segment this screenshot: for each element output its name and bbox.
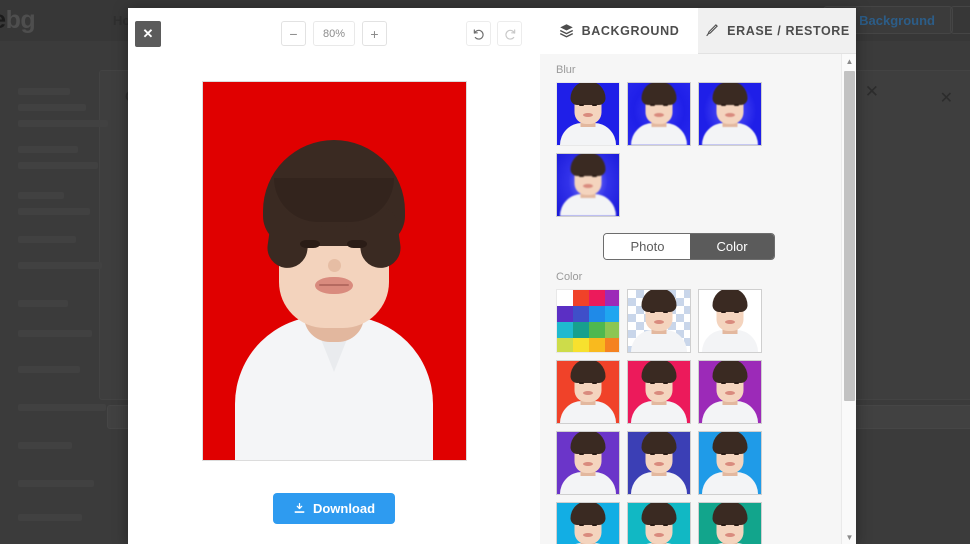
header-secondary-button[interactable] — [950, 6, 970, 34]
ghost-line — [18, 442, 72, 449]
color-thumb-violet[interactable] — [556, 431, 620, 495]
color-swatch-7[interactable] — [605, 306, 619, 322]
zoom-out-button[interactable]: − — [281, 21, 306, 46]
tab-erase-restore-label: ERASE / RESTORE — [727, 23, 850, 38]
blur-thumb-3[interactable] — [698, 82, 762, 146]
color-swatch-8[interactable] — [557, 322, 573, 338]
download-icon — [294, 502, 305, 513]
color-thumb-white[interactable] — [698, 289, 762, 353]
editor-toolbar: ✕ − 80% + — [128, 8, 540, 54]
color-swatch-1[interactable] — [573, 290, 589, 306]
color-thumb-blue[interactable] — [698, 431, 762, 495]
background-card-close-icon[interactable]: ✕ — [940, 88, 953, 108]
ghost-line — [18, 330, 92, 337]
color-thumb-lightblue[interactable] — [556, 502, 620, 544]
zoom-controls: − 80% + — [281, 21, 387, 46]
ghost-line — [18, 514, 82, 521]
toggle-photo[interactable]: Photo — [604, 234, 691, 259]
scrollbar-thumb[interactable] — [844, 71, 855, 401]
layers-icon — [559, 24, 573, 38]
scroll-up-arrow[interactable]: ▲ — [842, 54, 857, 68]
color-swatch-3[interactable] — [605, 290, 619, 306]
zoom-level-value: 80% — [313, 21, 355, 46]
download-button[interactable]: Download — [272, 492, 396, 524]
ghost-line — [18, 192, 64, 199]
brush-icon — [706, 24, 719, 37]
blur-thumbnail-grid — [556, 82, 806, 217]
tab-background[interactable]: BACKGROUND — [540, 8, 698, 54]
site-logo[interactable]: ovebg — [0, 6, 36, 35]
canvas-area — [128, 54, 540, 472]
panel-scrollbar[interactable]: ▲ ▼ — [841, 54, 856, 544]
ghost-line — [18, 262, 102, 269]
logo-light-text: bg — [5, 6, 36, 34]
blur-section-label: Blur — [556, 64, 576, 76]
redo-icon — [504, 28, 515, 40]
color-swatch-0[interactable] — [557, 290, 573, 306]
preview-nose — [328, 259, 341, 272]
color-thumb-indigo[interactable] — [627, 431, 691, 495]
blur-thumb-1[interactable] — [556, 82, 620, 146]
source-toggle-wrap: Photo Color — [556, 233, 822, 260]
zoom-in-button[interactable]: + — [362, 21, 387, 46]
color-thumb-teal[interactable] — [698, 502, 762, 544]
undo-button[interactable] — [466, 21, 491, 46]
options-panel: BACKGROUND ERASE / RESTORE Blur Photo Co… — [540, 8, 856, 544]
ghost-line — [18, 88, 70, 95]
color-swatch-6[interactable] — [589, 306, 605, 322]
ghost-line — [18, 236, 76, 243]
ghost-line — [18, 300, 68, 307]
color-swatch-5[interactable] — [573, 306, 589, 322]
undo-icon — [473, 28, 484, 40]
color-swatch-14[interactable] — [589, 338, 605, 352]
color-swatch-12[interactable] — [557, 338, 573, 352]
color-thumb-pink[interactable] — [627, 360, 691, 424]
editor-modal: ✕ − 80% + Download BACKGROUND ERASE / RE… — [128, 8, 856, 544]
color-swatch-palette — [557, 290, 619, 352]
color-swatch-10[interactable] — [589, 322, 605, 338]
tab-erase-restore[interactable]: ERASE / RESTORE — [698, 8, 856, 54]
ghost-line — [18, 162, 98, 169]
ghost-line — [18, 404, 106, 411]
color-swatch-9[interactable] — [573, 322, 589, 338]
history-controls — [466, 21, 522, 46]
panel-tabs: BACKGROUND ERASE / RESTORE — [540, 8, 856, 54]
preview-eye-left — [300, 240, 320, 248]
image-preview[interactable] — [201, 81, 467, 461]
ghost-line — [18, 146, 78, 153]
color-thumb-red[interactable] — [556, 360, 620, 424]
source-toggle: Photo Color — [603, 233, 775, 260]
ghost-line — [18, 104, 86, 111]
editor-pane: ✕ − 80% + Download — [128, 8, 540, 544]
color-thumbnail-grid — [556, 289, 806, 544]
preview-lips — [315, 277, 353, 294]
tab-background-label: BACKGROUND — [581, 23, 680, 38]
color-swatch-15[interactable] — [605, 338, 619, 352]
close-modal-button[interactable]: ✕ — [135, 21, 161, 47]
scroll-down-arrow[interactable]: ▼ — [842, 530, 857, 544]
color-thumb-purple[interactable] — [698, 360, 762, 424]
color-thumb-cyan[interactable] — [627, 502, 691, 544]
color-thumb-transparent[interactable] — [627, 289, 691, 353]
color-swatch-2[interactable] — [589, 290, 605, 306]
ghost-line — [18, 120, 108, 127]
color-swatch-13[interactable] — [573, 338, 589, 352]
ghost-line — [18, 208, 90, 215]
blur-thumb-4[interactable] — [556, 153, 620, 217]
background-panel-close-icon[interactable]: ✕ — [865, 82, 879, 102]
redo-button[interactable] — [497, 21, 522, 46]
download-row: Download — [128, 472, 540, 544]
preview-eye-right — [347, 240, 367, 248]
download-button-label: Download — [312, 500, 376, 516]
color-section-label: Color — [556, 271, 583, 283]
panel-scroll-area[interactable]: Blur Photo Color Color — [540, 54, 856, 544]
color-swatch-11[interactable] — [605, 322, 619, 338]
color-thumb-swatches[interactable] — [556, 289, 620, 353]
blur-thumb-2[interactable] — [627, 82, 691, 146]
ghost-line — [18, 366, 80, 373]
toggle-color[interactable]: Color — [690, 234, 774, 259]
ghost-line — [18, 480, 94, 487]
color-swatch-4[interactable] — [557, 306, 573, 322]
